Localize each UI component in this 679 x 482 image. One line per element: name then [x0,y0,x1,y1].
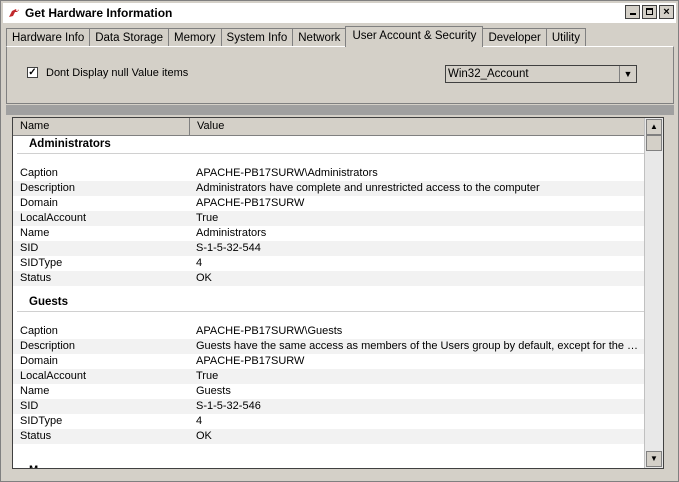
tab-strip: Hardware Info Data Storage Memory System… [6,26,586,47]
wmi-class-select-value: Win32_Account [448,68,529,80]
window-title: Get Hardware Information [25,6,173,20]
property-value: APACHE-PB17SURW [196,197,305,209]
property-value: True [196,212,219,224]
property-name: SIDType [20,257,63,269]
wmi-class-select[interactable]: Win32_Account ▼ [445,65,637,83]
property-value: S-1-5-32-544 [196,242,261,254]
group-title: Administrators [29,138,111,150]
app-logo-icon [9,9,19,17]
table-row[interactable]: Name Administrators [13,226,645,241]
property-name: Status [20,272,52,284]
tab-network[interactable]: Network [292,28,347,47]
table-row[interactable]: SIDType 4 [13,256,645,271]
property-name: Domain [20,197,58,209]
vertical-scrollbar[interactable]: ▲ ▼ [644,118,663,468]
tab-utility[interactable]: Utility [545,28,586,47]
property-value: Guests [196,385,231,397]
close-button[interactable]: × [659,5,674,19]
options-panel: ✓ Dont Display null Value items Win32_Ac… [6,46,674,104]
property-value: Administrators [196,227,267,239]
tab-developer[interactable]: Developer [482,28,547,47]
grid-rows: Administrators Caption APACHE-PB17SURW\Ad… [13,136,645,444]
tab-memory[interactable]: Memory [168,28,222,47]
property-value: 4 [196,415,203,427]
table-row[interactable]: Caption APACHE-PB17SURW\Guests [13,324,645,339]
title-bar[interactable]: Get Hardware Information × [3,3,676,23]
table-row[interactable]: LocalAccount True [13,369,645,384]
partial-group-title: M [29,464,38,468]
table-row[interactable]: SID S-1-5-32-544 [13,241,645,256]
group-title: Guests [29,296,68,308]
tab-user-account-security[interactable]: User Account & Security [345,26,484,47]
table-row[interactable]: Domain APACHE-PB17SURW [13,196,645,211]
group-rows: Caption APACHE-PB17SURW\Guests Descriptio… [13,324,645,444]
table-row[interactable]: Status OK [13,429,645,444]
group-rows: Caption APACHE-PB17SURW\Administrators De… [13,166,645,286]
scroll-thumb[interactable] [646,135,662,151]
main-window: Get Hardware Information × Hardware Info… [0,0,679,482]
scroll-down-icon[interactable]: ▼ [646,451,662,467]
grid-header: Name Value [13,118,645,136]
property-value: OK [196,272,212,284]
property-value: 4 [196,257,203,269]
property-value: Guests have the same access as members o… [196,340,645,352]
table-row[interactable]: SID S-1-5-32-546 [13,399,645,414]
properties-grid: Name Value Administrators Caption APACHE-… [12,117,664,469]
column-header-value[interactable]: Value [190,118,645,135]
table-row[interactable]: LocalAccount True [13,211,645,226]
property-value: True [196,370,219,382]
dont-display-null-checkbox[interactable]: ✓ [27,67,38,78]
table-row[interactable]: SIDType 4 [13,414,645,429]
property-name: Status [20,430,52,442]
property-value: APACHE-PB17SURW [196,355,305,367]
property-name: Description [20,182,76,194]
tab-data-storage[interactable]: Data Storage [89,28,169,47]
table-row[interactable]: Caption APACHE-PB17SURW\Administrators [13,166,645,181]
property-name: Caption [20,167,58,179]
property-value: S-1-5-32-546 [196,400,261,412]
property-value: APACHE-PB17SURW\Guests [196,325,343,337]
tab-hardware-info[interactable]: Hardware Info [6,28,91,47]
maximize-button[interactable] [642,5,657,19]
property-name: SIDType [20,415,63,427]
window-controls: × [625,5,674,19]
property-name: Domain [20,355,58,367]
minimize-button[interactable] [625,5,640,19]
dont-display-null-label[interactable]: Dont Display null Value items [46,67,188,79]
property-value: APACHE-PB17SURW\Administrators [196,167,378,179]
property-name: SID [20,400,39,412]
group-header-guests: Guests [13,294,645,324]
table-row[interactable]: Status OK [13,271,645,286]
table-row[interactable]: Name Guests [13,384,645,399]
property-name: Description [20,340,76,352]
group-header-administrators: Administrators [13,136,645,166]
property-name: Caption [20,325,58,337]
property-value: Administrators have complete and unrestr… [196,182,540,194]
property-name: Name [20,385,50,397]
column-header-name[interactable]: Name [13,118,190,135]
splitter[interactable] [6,105,674,115]
property-name: Name [20,227,50,239]
property-name: LocalAccount [20,370,87,382]
chevron-down-icon[interactable]: ▼ [619,66,636,82]
property-name: SID [20,242,39,254]
scroll-up-icon[interactable]: ▲ [646,119,662,135]
table-row[interactable]: Description Administrators have complete … [13,181,645,196]
property-name: LocalAccount [20,212,87,224]
property-value: OK [196,430,212,442]
table-row[interactable]: Domain APACHE-PB17SURW [13,354,645,369]
tab-system-info[interactable]: System Info [220,28,294,47]
table-row[interactable]: Description Guests have the same access a… [13,339,645,354]
